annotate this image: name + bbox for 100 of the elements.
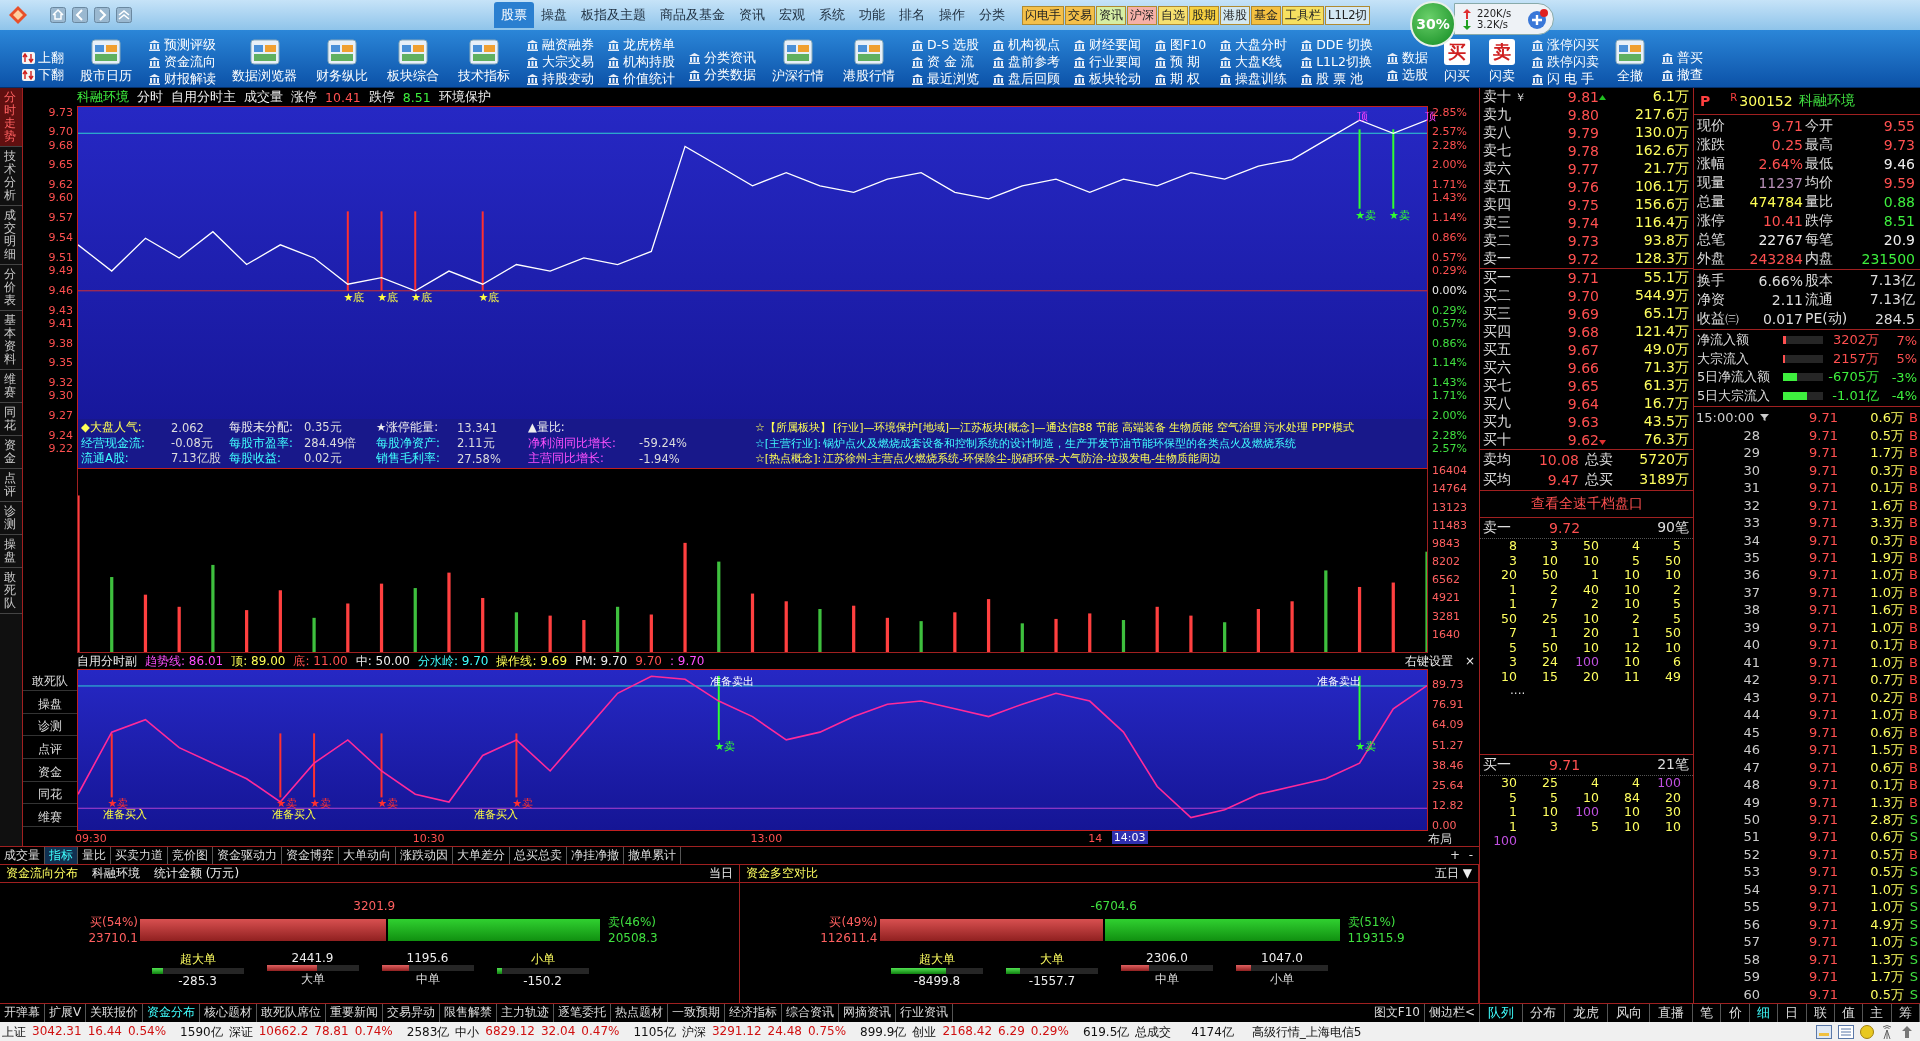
period-selector[interactable]: 当日 (708, 864, 733, 882)
toolbar-link[interactable]: 财报解读 (148, 70, 216, 87)
toolbar-link[interactable]: 盘后回顾 (992, 70, 1061, 87)
side-tab[interactable]: 分时走势 (0, 88, 22, 147)
toolbar-button[interactable]: 港股行情 (840, 38, 898, 85)
toolbar-link[interactable]: 大盘分时 (1219, 36, 1288, 53)
toolbar-tag[interactable]: 资讯 (1096, 5, 1126, 25)
menu-item[interactable]: 排名 (892, 2, 932, 28)
toolbar-link[interactable]: 财经要闻 (1073, 36, 1142, 53)
toolbar-link[interactable]: 大宗交易 (526, 53, 594, 70)
toolbar-link[interactable]: 跌停闪卖 (1531, 53, 1600, 70)
chart-tab[interactable]: 涨跌动因 (396, 847, 453, 864)
menu-item[interactable]: 宏观 (772, 2, 812, 28)
toolbar-button[interactable]: 卖 闪卖 (1486, 38, 1519, 85)
side-tab[interactable]: 基本资料 (0, 311, 22, 370)
chart-tab[interactable]: 买卖力道 (111, 847, 168, 864)
toolbar-button[interactable]: 板块综合 (384, 38, 442, 85)
toolbar-link[interactable]: 机构视点 (992, 36, 1061, 53)
toolbar-link[interactable]: 预测评级 (148, 36, 216, 53)
toolbar-link[interactable]: 分类数据 (688, 67, 756, 83)
toolbar-button[interactable]: 股市日历 (77, 38, 135, 85)
period-selector[interactable]: 五日 (1434, 864, 1459, 882)
toolbar-button[interactable]: 全撤 (1612, 38, 1649, 85)
menu-item[interactable]: 功能 (852, 2, 892, 28)
chart-tab[interactable]: 资金驱动力 (213, 847, 282, 864)
menu-item[interactable]: 操盘 (534, 2, 574, 28)
chart-tab[interactable]: 总买总卖 (510, 847, 567, 864)
toolbar-link[interactable]: 选股 (1386, 67, 1429, 83)
toolbar-link[interactable]: 板块轮动 (1073, 70, 1142, 87)
chart-tab[interactable]: 竞价图 (168, 847, 213, 864)
toolbar-tag[interactable]: 基金 (1251, 5, 1281, 25)
menu-item[interactable]: 股票 (494, 2, 534, 28)
chart-tab[interactable]: 量比 (78, 847, 111, 864)
chart-tab[interactable]: 大单差分 (453, 847, 510, 864)
toolbar-tag[interactable]: L1L2切 (1325, 5, 1371, 25)
side-tab[interactable]: 敢死队 (0, 568, 22, 614)
toolbar-link[interactable]: 普买 (1661, 50, 1704, 66)
menu-item[interactable]: 资讯 (732, 2, 772, 28)
toolbar-link[interactable]: 涨停闪买 (1531, 36, 1600, 53)
toolbar-link[interactable]: 期 权 (1154, 70, 1207, 87)
toolbar-link[interactable]: D-S 选股 (911, 36, 980, 53)
toolbar-link[interactable]: DDE 切换 (1300, 36, 1374, 53)
toolbar-button[interactable]: 财务纵比 (313, 38, 371, 85)
toolbar-link[interactable]: L1L2切换 (1300, 53, 1374, 70)
side-tab[interactable]: 成交明细 (0, 206, 22, 265)
list-icon[interactable] (1838, 1025, 1854, 1039)
window-icon[interactable] (1816, 1025, 1832, 1039)
toolbar-tag[interactable]: 沪深 (1127, 5, 1157, 25)
menu-item[interactable]: 板指及主题 (574, 2, 653, 28)
toolbar-link[interactable]: 闪 电 手 (1531, 70, 1600, 87)
chart-tab[interactable]: 撤单累计 (624, 847, 681, 864)
side-tab[interactable]: 点评 (0, 469, 22, 502)
toolbar-link[interactable]: 价值统计 (607, 70, 675, 87)
side-tab[interactable]: 维赛 (0, 370, 22, 403)
menu-item[interactable]: 商品及基金 (653, 2, 732, 28)
toolbar-button[interactable]: 技术指标 (455, 38, 513, 85)
toolbar-tag[interactable]: 自选 (1158, 5, 1188, 25)
toolbar-link[interactable]: 大盘K线 (1219, 53, 1288, 70)
side-tab[interactable]: 同花 (0, 403, 22, 436)
toolbar-link[interactable]: 上翻 (22, 50, 64, 66)
toolbar-link[interactable]: 机构持股 (607, 53, 675, 70)
toolbar-link[interactable]: 股 票 池 (1300, 70, 1374, 87)
toolbar-tag[interactable]: 交易 (1065, 5, 1095, 25)
toolbar-tag[interactable]: 闪电手 (1022, 5, 1064, 25)
back-icon[interactable] (72, 7, 88, 23)
side-tab[interactable]: 技术分析 (0, 147, 22, 206)
toolbar-link[interactable]: 撤查 (1661, 67, 1704, 83)
toolbar-link[interactable]: 资 金 流 (911, 53, 980, 70)
toolbar-link[interactable]: 龙虎榜单 (607, 36, 675, 53)
toolbar-link[interactable]: 预 期 (1154, 53, 1207, 70)
side-tab[interactable]: 操盘 (0, 535, 22, 568)
toolbar-link[interactable]: 操盘训练 (1219, 70, 1288, 87)
toolbar-tag[interactable]: 港股 (1220, 5, 1250, 25)
menu-item[interactable]: 操作 (932, 2, 972, 28)
side-tab[interactable]: 诊测 (0, 502, 22, 535)
side-tab[interactable]: 资金 (0, 436, 22, 469)
toolbar-link[interactable]: 持股变动 (526, 70, 594, 87)
toolbar-button[interactable]: 数据浏览器 (229, 38, 300, 85)
toolbar-link[interactable]: 最近浏览 (911, 70, 980, 87)
toolbar-link[interactable]: 图F10 (1154, 36, 1207, 53)
chart-tab[interactable]: 资金博弈 (282, 847, 339, 864)
toolbar-link[interactable]: 数据 (1386, 50, 1429, 66)
menu-item[interactable]: 分类 (972, 2, 1012, 28)
toolbar-tag[interactable]: 股期 (1189, 5, 1219, 25)
menu-item[interactable]: 系统 (812, 2, 852, 28)
filter-icon[interactable] (1760, 413, 1769, 423)
dropdown-arrow[interactable]: ▼ (1462, 866, 1472, 881)
collapse-icon[interactable] (116, 7, 132, 23)
toolbar-link[interactable]: 融资融券 (526, 36, 594, 53)
settings-link[interactable]: 右键设置 (1404, 652, 1453, 670)
toolbar-button[interactable]: 沪深行情 (769, 38, 827, 85)
close-button[interactable]: × (1460, 654, 1479, 668)
add-icon[interactable] (1527, 8, 1549, 30)
chart-tab[interactable]: 净挂净撤 (567, 847, 624, 864)
zoom-button[interactable]: - (1463, 847, 1479, 864)
depth-button[interactable]: 查看全速千档盘口 (1480, 491, 1693, 517)
chart-tab[interactable]: 指标 (45, 847, 78, 864)
layout-button[interactable]: 布局 (1428, 832, 1452, 846)
zoom-button[interactable]: + (1447, 847, 1463, 864)
home-icon[interactable] (50, 7, 66, 23)
